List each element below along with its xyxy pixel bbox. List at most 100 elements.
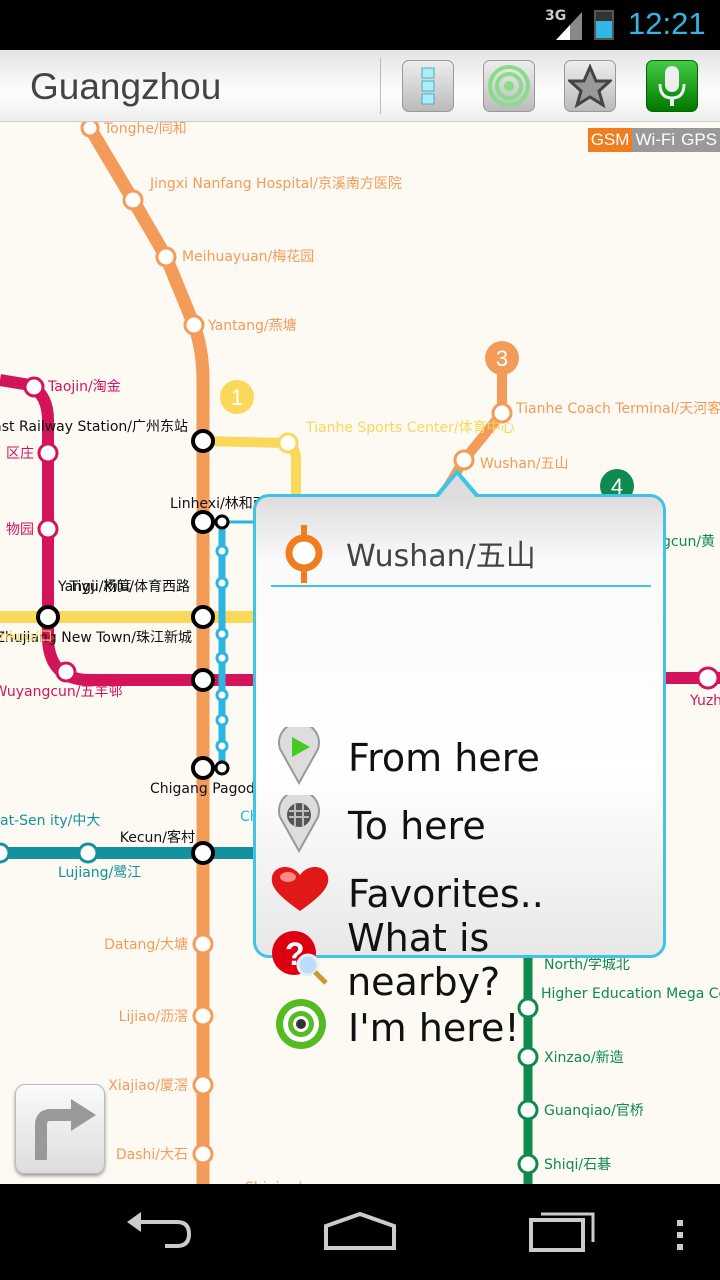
menu-item-from-here[interactable]: From here bbox=[274, 727, 654, 789]
station-29[interactable] bbox=[517, 1153, 539, 1175]
station-label[interactable]: at-Sen ity/中大 bbox=[0, 813, 100, 829]
station-label[interactable]: Shiqi/石碁 bbox=[544, 1157, 611, 1173]
station-16[interactable] bbox=[55, 661, 77, 683]
station-3[interactable] bbox=[183, 314, 205, 336]
heart-icon bbox=[271, 866, 329, 911]
station-label[interactable]: Kecun/客村 bbox=[120, 829, 195, 846]
station-label[interactable]: Dashi/大石 bbox=[116, 1147, 188, 1163]
station-label[interactable]: Wushan/五山 bbox=[480, 456, 569, 472]
station-2[interactable] bbox=[155, 246, 177, 268]
station-18[interactable] bbox=[0, 842, 11, 864]
station-label[interactable]: Datang/大塘 bbox=[104, 937, 188, 953]
menu-item-label: I'm here! bbox=[348, 1006, 520, 1050]
gsm-mode[interactable]: GSM bbox=[587, 128, 633, 152]
station-apm-11[interactable] bbox=[214, 514, 230, 530]
station-label[interactable]: gcun/黄 bbox=[662, 533, 715, 550]
clock: 12:21 bbox=[628, 6, 706, 41]
city-title[interactable]: Guangzhou bbox=[30, 66, 221, 108]
station-7[interactable] bbox=[491, 402, 513, 424]
station-label[interactable]: 区庄 bbox=[6, 445, 34, 462]
station-1[interactable] bbox=[122, 189, 144, 211]
apm-station[interactable] bbox=[215, 651, 229, 665]
station-10[interactable] bbox=[37, 518, 59, 540]
station-9[interactable] bbox=[37, 442, 59, 464]
popup-pointer-fill bbox=[437, 475, 477, 499]
locate-icon bbox=[488, 65, 530, 107]
station-label[interactable]: nkou/口 bbox=[0, 629, 53, 645]
wifi-mode[interactable]: Wi-Fi bbox=[632, 128, 679, 152]
lines-icon bbox=[421, 67, 435, 105]
station-label[interactable]: Guangzhou East Railway Station/广州东站 bbox=[0, 419, 188, 435]
signal-icon bbox=[556, 12, 582, 40]
station-label[interactable]: Taojin/淘金 bbox=[47, 379, 121, 395]
station-4[interactable] bbox=[23, 376, 45, 398]
menu-item-to-here[interactable]: To here bbox=[274, 795, 654, 857]
menu-item-what-is-nearby[interactable]: ? What is nearby? bbox=[270, 916, 650, 1004]
station-22[interactable] bbox=[192, 1005, 214, 1027]
recents-icon[interactable] bbox=[527, 1204, 597, 1254]
menu-item-label: To here bbox=[348, 804, 486, 848]
station-label[interactable]: Tonghe/同和 bbox=[103, 122, 187, 137]
apm-station[interactable] bbox=[215, 739, 229, 753]
back-icon[interactable] bbox=[125, 1204, 195, 1254]
station-0[interactable] bbox=[80, 122, 100, 138]
metro-line-3 bbox=[84, 124, 210, 1184]
station-label[interactable]: 物园 bbox=[6, 522, 34, 538]
station-28[interactable] bbox=[517, 1099, 539, 1121]
locate-button[interactable] bbox=[483, 60, 535, 112]
battery-charging-icon bbox=[594, 10, 614, 40]
station-19[interactable] bbox=[191, 841, 215, 865]
station-label[interactable]: Tianhe Coach Terminal/天河客运站 bbox=[515, 400, 720, 417]
popup-station-name: Wushan/五山 bbox=[346, 539, 536, 574]
station-label[interactable]: Yuzh/ bbox=[689, 693, 720, 709]
station-8[interactable] bbox=[453, 449, 475, 471]
station-label[interactable]: Lijiao/沥滘 bbox=[119, 1009, 188, 1025]
voice-search-button[interactable] bbox=[646, 60, 698, 112]
menu-item-im-here[interactable]: I'm here! bbox=[274, 997, 654, 1059]
station-12[interactable] bbox=[36, 605, 60, 629]
station-label[interactable]: Chigang Pagoda bbox=[150, 781, 264, 797]
station-label[interactable]: Guanqiao/官桥 bbox=[544, 1103, 644, 1119]
station-apm-17[interactable] bbox=[214, 760, 230, 776]
apm-station[interactable] bbox=[215, 576, 229, 590]
menu-item-label: From here bbox=[348, 736, 540, 780]
station-label[interactable]: Yantang/燕塘 bbox=[207, 318, 297, 334]
station-23[interactable] bbox=[192, 1074, 214, 1096]
station-17[interactable] bbox=[191, 756, 215, 780]
menu-item-label: What is nearby? bbox=[347, 916, 501, 1004]
navigation-bar bbox=[0, 1184, 720, 1280]
apm-station[interactable] bbox=[215, 627, 229, 641]
checkered-finish-pin-icon bbox=[278, 795, 320, 853]
apm-station[interactable] bbox=[215, 713, 229, 727]
station-label[interactable]: Wuyangcun/五羊邨 bbox=[0, 684, 123, 700]
station-label[interactable]: Meihuayuan/梅花园 bbox=[182, 249, 314, 265]
route-button[interactable] bbox=[15, 1084, 105, 1174]
station-20[interactable] bbox=[77, 842, 99, 864]
app-bar: Guangzhou bbox=[0, 50, 720, 122]
gps-mode[interactable]: GPS bbox=[678, 128, 720, 152]
station-label[interactable]: Tianhe Sports Center/体育中心 bbox=[305, 420, 515, 436]
divider bbox=[380, 58, 381, 114]
menu-icon[interactable] bbox=[674, 1204, 688, 1254]
green-start-pin-icon bbox=[278, 727, 320, 785]
line-badge-label: 3 bbox=[496, 346, 508, 371]
station-24[interactable] bbox=[192, 1143, 214, 1165]
station-13[interactable] bbox=[191, 605, 215, 629]
station-6[interactable] bbox=[277, 432, 299, 454]
apm-station[interactable] bbox=[215, 544, 229, 558]
station-11[interactable] bbox=[191, 510, 215, 534]
voice-mic-icon bbox=[658, 66, 686, 106]
station-label[interactable]: Jingxi Nanfang Hospital/京溪南方医院 bbox=[149, 176, 402, 192]
station-30[interactable] bbox=[696, 666, 720, 690]
station-14[interactable] bbox=[191, 668, 215, 692]
station-label[interactable]: Tiyu Xilu/体育西路 bbox=[68, 579, 190, 595]
metro-map[interactable]: 1 3 4 Tonghe/同和 Jingxi Nanfang Hospital/京溪南方… bbox=[0, 122, 720, 1184]
station-label[interactable]: Xiajiao/厦滘 bbox=[108, 1078, 188, 1094]
lines-button[interactable] bbox=[402, 60, 454, 112]
favorites-button[interactable] bbox=[564, 60, 616, 112]
station-5[interactable] bbox=[191, 429, 215, 453]
station-label[interactable]: Lujiang/鹭江 bbox=[58, 865, 141, 881]
home-icon[interactable] bbox=[322, 1204, 398, 1254]
station-21[interactable] bbox=[192, 933, 214, 955]
apm-station[interactable] bbox=[215, 688, 229, 702]
